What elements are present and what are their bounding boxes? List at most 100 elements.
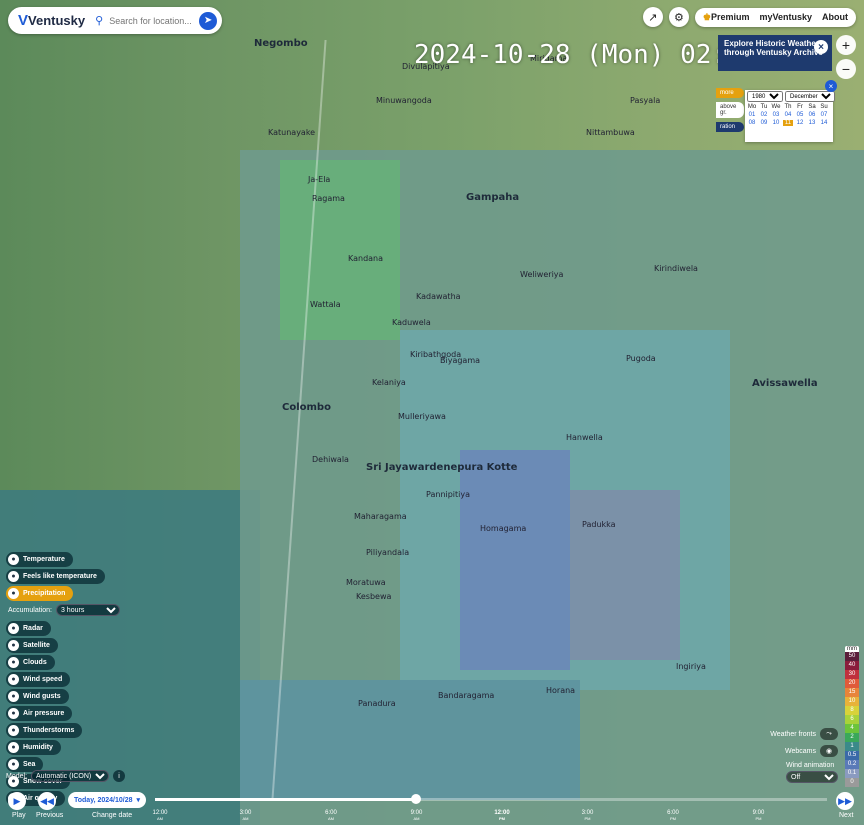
side-tab[interactable]: more [716, 88, 744, 98]
city-label: Minuwangoda [376, 96, 432, 105]
zoom-out-button[interactable]: − [836, 59, 856, 79]
camera-icon[interactable]: ◉ [820, 745, 838, 757]
menu-myventusky[interactable]: myVentusky [759, 12, 812, 23]
calendar-day[interactable]: 10 [771, 120, 781, 126]
calendar-day[interactable]: 03 [771, 112, 781, 118]
cloud-icon: ● [8, 657, 19, 668]
city-label: Wattala [310, 300, 341, 309]
tick-period: PM [755, 816, 762, 821]
calendar-day[interactable]: 11 [783, 120, 793, 126]
layer-label: Feels like temperature [23, 573, 97, 580]
city-label: Kelaniya [372, 378, 406, 387]
zoom-in-button[interactable]: + [836, 35, 856, 55]
menu-premium[interactable]: ♚Premium [703, 12, 750, 23]
layer-temperature[interactable]: ● Temperature [6, 552, 73, 567]
calendar-day[interactable]: 07 [819, 112, 829, 118]
calendar-day[interactable]: 09 [759, 120, 769, 126]
search-input[interactable] [107, 14, 200, 27]
side-tab[interactable]: ration [716, 122, 744, 132]
previous-label: Previous [36, 812, 64, 819]
crown-icon: ♚ [702, 11, 711, 22]
layer-humidity[interactable]: ● Humidity [6, 740, 61, 755]
calendar-day[interactable]: 14 [819, 120, 829, 126]
city-label: Maharagama [354, 512, 407, 521]
gear-icon[interactable]: ⚙ [668, 7, 689, 27]
archive-promo[interactable]: Explore Historic Weather through Ventusk… [718, 35, 832, 71]
layer-radar[interactable]: ● Radar [6, 621, 51, 636]
next-button[interactable]: ▶▶ [836, 792, 854, 810]
archive-title: Explore Historic Weather through Ventusk… [724, 39, 823, 57]
city-label: Moratuwa [346, 578, 386, 587]
timeline-tick[interactable]: 12:00 AM [148, 810, 172, 821]
timeline-tick[interactable]: 3:00 AM [234, 810, 258, 821]
city-label: Weliweriya [520, 270, 564, 279]
timeline-tick[interactable]: 12:00 PM [490, 810, 514, 821]
locate-icon[interactable]: ➤ [199, 11, 217, 30]
share-icon[interactable]: ↗ [642, 7, 663, 27]
menu-about[interactable]: About [822, 12, 848, 23]
previous-button[interactable]: ◀◀ [38, 792, 56, 810]
calendar-day[interactable]: 04 [783, 112, 793, 118]
calendar-day[interactable]: 01 [747, 112, 757, 118]
layer-wind-gusts[interactable]: ● Wind gusts [6, 689, 69, 704]
tick-period: AM [328, 816, 334, 821]
city-label: Negombo [254, 38, 308, 49]
layer-label: Precipitation [23, 590, 66, 597]
layer-feels-like-temperature[interactable]: ● Feels like temperature [6, 569, 105, 584]
weekday-label: Sa [808, 104, 816, 110]
timeline-tick[interactable]: 6:00 AM [319, 810, 343, 821]
search-box[interactable]: ⚲ [95, 14, 200, 27]
info-icon[interactable]: i [113, 770, 126, 782]
close-icon[interactable]: × [814, 40, 828, 54]
layer-air-pressure[interactable]: ● Air pressure [6, 706, 73, 721]
city-label: Panadura [358, 699, 396, 708]
side-tab[interactable]: above gr. [716, 102, 744, 118]
legend-swatch: 1 [845, 742, 859, 751]
weather-fronts-toggle[interactable]: Weather fronts ⤳ [770, 728, 838, 740]
calendar-day[interactable]: 08 [747, 120, 757, 126]
weekday-label: Su [820, 104, 828, 110]
layer-satellite[interactable]: ● Satellite [6, 638, 58, 653]
city-label: Kirindiwela [654, 264, 698, 273]
close-icon[interactable]: × [825, 80, 837, 92]
timeline-tick[interactable]: 3:00 PM [576, 810, 600, 821]
legend-swatch: 15 [845, 688, 859, 697]
timeline-tick[interactable]: 9:00 PM [747, 810, 771, 821]
timeline-handle[interactable] [411, 794, 421, 804]
timeline-tick[interactable]: 6:00 PM [661, 810, 685, 821]
layer-clouds[interactable]: ● Clouds [6, 655, 55, 670]
ventusky-logo[interactable]: VVentusky [18, 12, 95, 29]
calendar-day[interactable]: 06 [807, 112, 817, 118]
month-select[interactable]: December [785, 91, 835, 102]
layer-label: Clouds [23, 659, 47, 666]
layer-thunderstorms[interactable]: ● Thunderstorms [6, 723, 83, 738]
calendar-day[interactable]: 02 [759, 112, 769, 118]
model-select[interactable]: Automatic (ICON) [31, 770, 110, 782]
timeline: ▶ Play ◀◀ Previous Today, 2024/10/28 ▾ Ch… [0, 786, 864, 825]
year-select[interactable]: 1980 [747, 91, 783, 102]
date-picker-button[interactable]: Today, 2024/10/28 ▾ [68, 792, 147, 808]
city-label: Dehiwala [312, 455, 349, 464]
chevron-down-icon: ▾ [136, 797, 141, 804]
calendar-week: 08 09 10 11 12 13 14 [745, 119, 833, 127]
play-button[interactable]: ▶ [8, 792, 26, 810]
timeline-progress [155, 798, 415, 801]
city-label: Bandaragama [438, 691, 495, 700]
timeline-track[interactable] [155, 798, 827, 801]
precipitation-legend: mm 50 40 30 20 15 10 8 6 4 2 1 0.5 0.2 0.1 0 [845, 646, 859, 787]
layer-precipitation[interactable]: ● Precipitation [6, 586, 74, 601]
lightning-icon: ● [8, 725, 19, 736]
wind-icon: ● [8, 674, 19, 685]
city-label: Biyagama [440, 356, 481, 365]
wind-animation-select[interactable]: Off [786, 771, 838, 783]
layer-wind-speed[interactable]: ● Wind speed [6, 672, 71, 687]
calendar-day[interactable]: 05 [795, 112, 805, 118]
timeline-tick[interactable]: 9:00 AM [405, 810, 429, 821]
accumulation-select[interactable]: 3 hours [55, 604, 120, 616]
calendar-day[interactable]: 13 [807, 120, 817, 126]
fronts-icon[interactable]: ⤳ [820, 728, 838, 740]
webcams-toggle[interactable]: Webcams ◉ [785, 745, 838, 757]
side-tabs: more above gr. ration [716, 88, 744, 132]
calendar-day[interactable]: 12 [795, 120, 805, 126]
city-label: Gampaha [466, 192, 520, 203]
